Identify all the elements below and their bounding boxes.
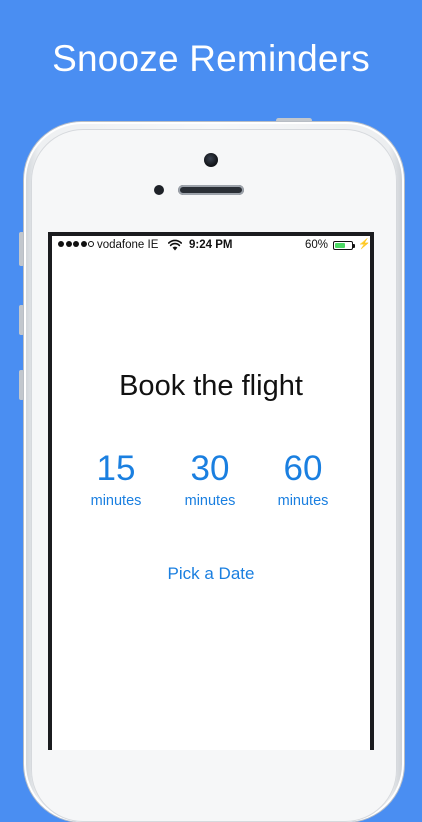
reminder-title: Book the flight [119,370,303,402]
front-camera-icon [204,153,218,167]
battery-percent: 60% [305,239,329,251]
snooze-unit: minutes [90,493,142,509]
proximity-sensor-icon [154,185,164,195]
signal-dot [73,241,79,247]
snooze-value: 15 [96,449,136,488]
bolt-icon: ⚡ [358,239,370,250]
carrier-name: vodafone IE [97,239,159,251]
signal-dot [65,241,72,247]
status-bar: vodafone IE 9:24 PM 60% ⚡ [52,236,370,256]
status-time: 9:24 PM [189,239,233,251]
snooze-unit: minutes [184,493,236,509]
signal-dot [88,241,94,247]
earpiece-speaker-icon [178,185,244,195]
battery-icon [333,241,353,250]
promo-headline: Snooze Reminders [52,38,370,79]
phone-screen: vodafone IE 9:24 PM 60% ⚡ Book the fligh… [52,236,370,750]
signal-strength-icon [58,241,94,247]
snooze-15-button[interactable]: 15 minutes [71,449,161,509]
snooze-60-button[interactable]: 60 minutes [258,449,348,509]
wifi-icon [168,239,182,251]
signal-dot [58,241,64,247]
snooze-30-button[interactable]: 30 minutes [165,449,255,509]
battery-level-fill [335,243,345,248]
pick-date-button[interactable]: Pick a Date [52,564,370,584]
battery-tip [353,244,355,248]
snooze-value: 60 [283,449,323,488]
signal-dot [80,241,87,247]
snooze-value: 30 [190,449,230,488]
snooze-unit: minutes [277,493,329,509]
